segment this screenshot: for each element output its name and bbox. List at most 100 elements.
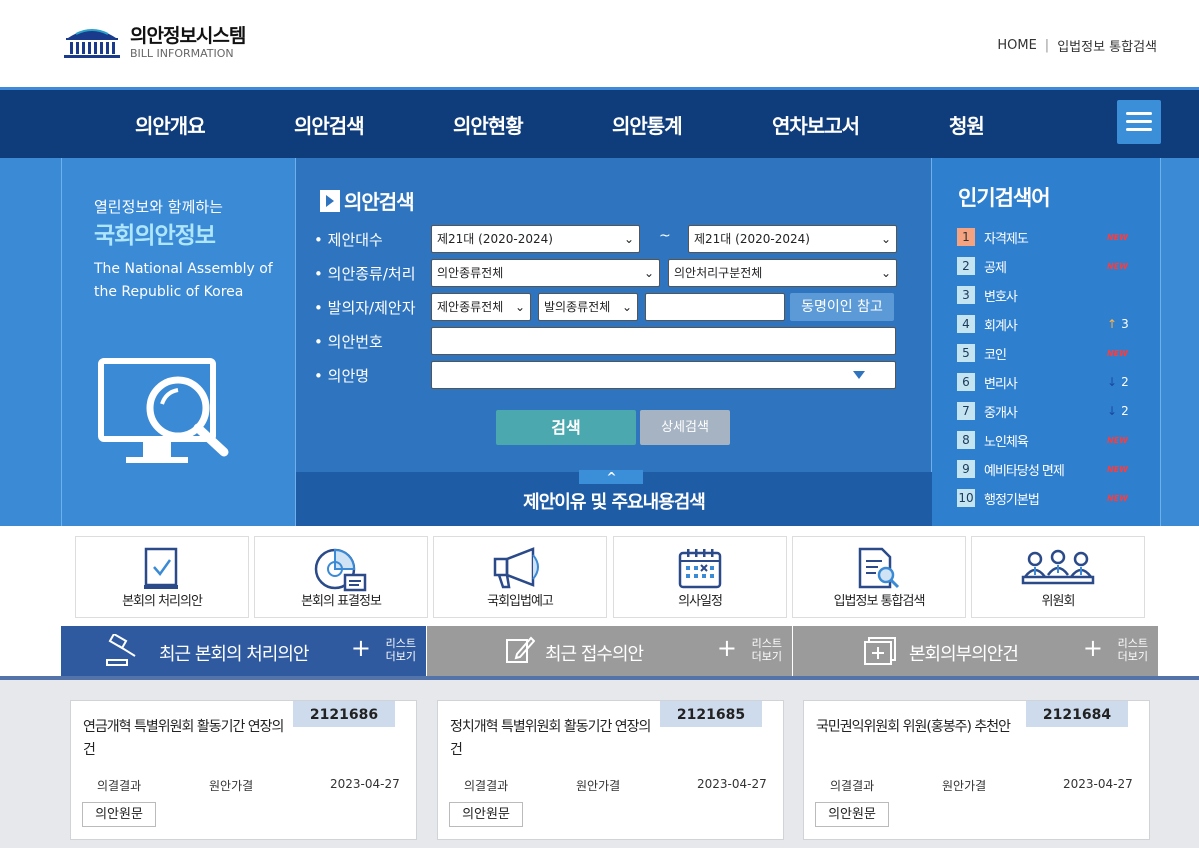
nav-item-petition[interactable]: 청원 — [949, 110, 985, 139]
popular-keyword-item[interactable]: 8 노인체육 NEW — [957, 430, 1147, 450]
label-bill-kind-text: 의안종류/처리 — [327, 265, 416, 283]
popular-keyword-item[interactable]: 1 자격제도 NEW — [957, 227, 1147, 247]
popular-keyword-item[interactable]: 7 중개사 ↓ 2 — [957, 401, 1147, 421]
chevron-up-icon[interactable]: ^ — [579, 470, 643, 484]
same-name-button[interactable]: 동명이인 참고 — [790, 293, 894, 321]
era-from-select[interactable]: 제21대 (2020-2024) ⌄ — [431, 225, 640, 253]
popular-keyword-item[interactable]: 5 코인 NEW — [957, 343, 1147, 363]
site-title: 의안정보시스템 — [130, 24, 246, 47]
bill-card[interactable]: 2121685 정치개혁 특별위원회 활동기간 연장의 건 의결결과 원안가결 … — [437, 700, 784, 840]
triangle-down-icon[interactable] — [853, 371, 865, 379]
keyword-text[interactable]: 공제 — [984, 257, 1107, 276]
era-to-select[interactable]: 제21대 (2020-2024) ⌄ — [688, 225, 897, 253]
keyword-text[interactable]: 변리사 — [984, 373, 1107, 392]
tab-label: 본회의부의안건 — [909, 644, 1019, 665]
main-nav: 의안개요 의안검색 의안현황 의안통계 연차보고서 청원 — [0, 87, 1199, 158]
keyword-rank: 4 — [957, 315, 975, 333]
bill-process-select[interactable]: 의안처리구분전체 ⌄ — [668, 259, 897, 287]
bill-card[interactable]: 2121686 연금개혁 특별위원회 활동기간 연장의 건 의결결과 원안가결 … — [70, 700, 417, 840]
keyword-rank: 7 — [957, 402, 975, 420]
bill-title[interactable]: 국민권익위원회 위원(홍봉주) 추천안 — [816, 716, 1021, 739]
keyword-rank: 10 — [957, 489, 975, 507]
keyword-text[interactable]: 자격제도 — [984, 228, 1107, 247]
result-label: 의결결과 — [464, 779, 509, 793]
quick-link-integrated-search[interactable]: 입법정보 통합검색 — [792, 536, 966, 618]
result-date: 2023-04-27 — [330, 777, 400, 791]
quick-link-plenary-processed[interactable]: 본회의 처리의안 — [75, 536, 249, 618]
integrated-search-link[interactable]: 입법정보 통합검색 — [1057, 36, 1157, 55]
chevron-down-icon: ⌄ — [643, 266, 654, 280]
keyword-text[interactable]: 변호사 — [984, 286, 1147, 305]
bill-original-button[interactable]: 의안원문 — [449, 802, 523, 827]
label-era: • 제안대수 — [314, 229, 383, 250]
rank-change-value: 3 — [1121, 317, 1129, 331]
plus-icon[interactable]: + — [1083, 634, 1103, 662]
keyword-text[interactable]: 회계사 — [984, 315, 1107, 334]
popular-keyword-item[interactable]: 6 변리사 ↓ 2 — [957, 372, 1147, 392]
tab-recent-processed[interactable]: 최근 본회의 처리의안 + 리스트 더보기 — [61, 626, 426, 676]
quick-link-plenary-vote[interactable]: 본회의 표결정보 — [254, 536, 428, 618]
detail-search-button[interactable]: 상세검색 — [640, 410, 730, 445]
keyword-text[interactable]: 예비타당성 면제 — [984, 460, 1107, 479]
bill-number-input[interactable] — [431, 327, 896, 355]
bill-search-panel: 의안검색 • 제안대수 제21대 (2020-2024) ⌄ ~ 제21대 (20… — [296, 158, 932, 526]
popular-keyword-item[interactable]: 2 공제 NEW — [957, 256, 1147, 276]
more-list-link[interactable]: 리스트 더보기 — [752, 637, 782, 663]
popular-keyword-item[interactable]: 4 회계사 ↑ 3 — [957, 314, 1147, 334]
keyword-text[interactable]: 중개사 — [984, 402, 1107, 421]
bill-card[interactable]: 2121684 국민권익위원회 위원(홍봉주) 추천안 의결결과 원안가결 20… — [803, 700, 1150, 840]
chevron-right-icon — [320, 189, 340, 212]
quick-link-label: 위원회 — [1041, 594, 1076, 609]
bill-name-input[interactable] — [431, 361, 896, 389]
keyword-text[interactable]: 코인 — [984, 344, 1107, 363]
home-link[interactable]: HOME — [997, 38, 1036, 53]
quick-link-schedule[interactable]: 의사일정 — [613, 536, 787, 618]
bill-original-button[interactable]: 의안원문 — [82, 802, 156, 827]
nav-item-search[interactable]: 의안검색 — [294, 110, 365, 139]
plus-icon[interactable]: + — [717, 634, 737, 662]
calendar-icon — [677, 547, 723, 595]
label-bill-name-text: 의안명 — [327, 367, 370, 385]
nav-item-annual-report[interactable]: 연차보고서 — [772, 110, 860, 139]
tab-recent-received[interactable]: 최근 접수의안 + 리스트 더보기 — [427, 626, 792, 676]
popular-keyword-item[interactable]: 10 행정기본법 NEW — [957, 488, 1147, 508]
bill-title[interactable]: 연금개혁 특별위원회 활동기간 연장의 건 — [83, 716, 288, 762]
plus-icon[interactable]: + — [351, 634, 371, 662]
keyword-rank: 3 — [957, 286, 975, 304]
motion-type-select[interactable]: 발의종류전체 ⌄ — [538, 293, 638, 321]
bullet: • — [314, 333, 323, 351]
popular-title: 인기검색어 — [958, 186, 1051, 210]
bill-title[interactable]: 정치개혁 특별위원회 활동기간 연장의 건 — [450, 716, 655, 762]
quick-links: 본회의 처리의안 본회의 표결정보 국회입법예고 의사일정 입법정보 통합검색 … — [75, 536, 1147, 618]
result-label: 의결결과 — [830, 779, 875, 793]
bill-number: 2121685 — [660, 701, 762, 727]
reason-search-bar[interactable]: ^ 제안이유 및 주요내용검색 — [296, 470, 932, 526]
proposer-name-input[interactable] — [645, 293, 785, 321]
quick-link-legislation-notice[interactable]: 국회입법예고 — [433, 536, 607, 618]
proposer-type-select[interactable]: 제안종류전체 ⌄ — [431, 293, 531, 321]
quick-link-committee[interactable]: 위원회 — [971, 536, 1145, 618]
era-from-value: 제21대 (2020-2024) — [437, 232, 553, 246]
keyword-text[interactable]: 행정기본법 — [984, 489, 1107, 508]
new-badge: NEW — [1107, 464, 1128, 474]
search-button[interactable]: 검색 — [496, 410, 636, 445]
bill-original-button[interactable]: 의안원문 — [815, 802, 889, 827]
bill-type-select[interactable]: 의안종류전체 ⌄ — [431, 259, 660, 287]
label-bill-kind: • 의안종류/처리 — [314, 263, 416, 284]
nav-item-status[interactable]: 의안현황 — [453, 110, 524, 139]
nav-item-stats[interactable]: 의안통계 — [612, 110, 683, 139]
rank-change-value: 2 — [1121, 404, 1129, 418]
label-bill-no-text: 의안번호 — [327, 333, 383, 351]
nav-item-overview[interactable]: 의안개요 — [135, 110, 206, 139]
bullet: • — [314, 299, 323, 317]
keyword-text[interactable]: 노인체육 — [984, 431, 1107, 450]
label-bill-name: • 의안명 — [314, 365, 369, 386]
keyword-rank: 8 — [957, 431, 975, 449]
more-list-link[interactable]: 리스트 더보기 — [386, 637, 416, 663]
more-list-link[interactable]: 리스트 더보기 — [1118, 637, 1148, 663]
tab-plenary-agenda[interactable]: 본회의부의안건 + 리스트 더보기 — [793, 626, 1158, 676]
hamburger-icon[interactable] — [1117, 100, 1161, 144]
popular-keyword-item[interactable]: 9 예비타당성 면제 NEW — [957, 459, 1147, 479]
site-logo[interactable]: 의안정보시스템 BILL INFORMATION — [62, 24, 246, 60]
popular-keyword-item[interactable]: 3 변호사 — [957, 285, 1147, 305]
